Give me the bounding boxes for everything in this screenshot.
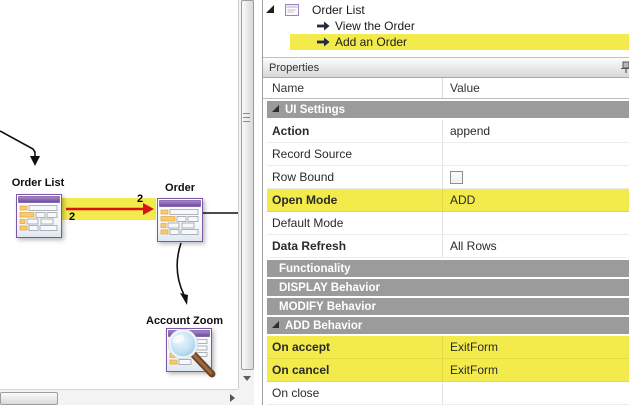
property-value-on-accept[interactable]: ExitForm [443, 336, 629, 358]
property-name: On cancel [267, 359, 443, 381]
property-name: On accept [267, 336, 443, 358]
scrollbar-grip [243, 113, 250, 122]
property-group-modify-behavior[interactable]: MODIFY Behavior [267, 298, 629, 315]
form-node-icon [157, 198, 203, 242]
property-name: Record Source [267, 143, 443, 165]
property-row-default-mode[interactable]: Default Mode [267, 212, 629, 235]
property-row-on-accept[interactable]: On acceptExitForm [267, 336, 629, 359]
tree-expander-icon[interactable] [266, 5, 274, 13]
property-value-record-source[interactable] [443, 143, 629, 165]
group-expanded-icon[interactable] [272, 321, 279, 328]
tree-item-view-the-order[interactable]: View the Order [263, 18, 629, 34]
scrollbar-corner [238, 389, 254, 405]
tree-item-order-list[interactable]: Order List [263, 2, 629, 18]
property-row-on-cancel[interactable]: On cancelExitForm [267, 359, 629, 382]
properties-title: Properties [269, 62, 319, 74]
order-to-accountzoom-arrow [177, 243, 188, 305]
property-group-label: UI Settings [285, 104, 345, 116]
navigation-tree: Order List View the Order Add an Order [263, 0, 629, 56]
property-row-on-close[interactable]: On close [267, 382, 629, 405]
property-name: Data Refresh [267, 235, 443, 257]
diagram-canvas[interactable]: 2 2 Order List Order [0, 0, 238, 389]
chevron-down-icon [243, 376, 251, 381]
form-node-icon [16, 194, 62, 238]
tree-item-label: View the Order [335, 19, 415, 33]
property-group-add-behavior[interactable]: ADD Behavior [267, 317, 629, 334]
property-value-on-close[interactable] [443, 382, 629, 404]
property-value-data-refresh[interactable]: All Rows [443, 235, 629, 257]
property-value-open-mode[interactable]: ADD [443, 189, 629, 211]
node-order-list[interactable] [16, 194, 62, 238]
property-value-default-mode[interactable] [443, 212, 629, 234]
row-bound-checkbox[interactable] [450, 171, 463, 184]
flow-arrow-icon [317, 21, 330, 31]
properties-grid: UI Settings ActionappendRecord SourceRow … [263, 99, 629, 405]
property-name: Action [267, 120, 443, 142]
property-row-action[interactable]: Actionappend [267, 120, 629, 143]
property-row-data-refresh[interactable]: Data RefreshAll Rows [267, 235, 629, 258]
auto-hide-pin-icon[interactable] [620, 61, 629, 75]
property-group-functionality[interactable]: Functionality [267, 260, 629, 277]
vertical-scrollbar-thumb[interactable] [241, 0, 254, 370]
property-name: Open Mode [267, 189, 443, 211]
right-panel: Order List View the Order Add an Order Pro… [262, 0, 629, 405]
property-row-row-bound[interactable]: Row Bound [267, 166, 629, 189]
tree-item-add-an-order[interactable]: Add an Order [263, 34, 629, 50]
tree-item-label: Add an Order [335, 35, 407, 49]
property-group-display-behavior[interactable]: DISPLAY Behavior [267, 279, 629, 296]
property-group-label: Functionality [279, 263, 351, 275]
scroll-down-button[interactable] [242, 371, 252, 385]
property-row-record-source[interactable]: Record Source [267, 143, 629, 166]
property-name: Row Bound [267, 166, 443, 188]
incoming-connector-arrow [0, 131, 40, 166]
magnifier-icon [164, 326, 218, 378]
group-expanded-icon[interactable] [272, 105, 279, 112]
canvas-vertical-scrollbar[interactable] [238, 0, 254, 389]
node-label-order: Order [152, 182, 208, 194]
property-value-row-bound [443, 166, 629, 188]
property-name: On close [267, 382, 443, 404]
node-order[interactable] [157, 198, 203, 242]
edge-badge-bottom: 2 [69, 211, 75, 223]
node-label-order-list: Order List [10, 177, 66, 189]
grid-column-headers: Name Value [263, 78, 629, 99]
canvas-horizontal-scrollbar[interactable] [0, 389, 238, 405]
property-group-label: ADD Behavior [285, 320, 362, 332]
tree-item-label: Order List [312, 3, 365, 17]
property-group-ui-settings[interactable]: UI Settings [267, 101, 629, 118]
flow-arrow-icon [317, 37, 330, 47]
property-group-label: DISPLAY Behavior [279, 282, 380, 294]
property-name: Default Mode [267, 212, 443, 234]
property-group-label: MODIFY Behavior [279, 301, 376, 313]
property-row-open-mode[interactable]: Open ModeADD [267, 189, 629, 212]
column-header-value: Value [443, 78, 629, 98]
node-account-zoom[interactable] [166, 328, 212, 372]
scroll-right-button[interactable] [227, 393, 237, 403]
property-value-action[interactable]: append [443, 120, 629, 142]
property-value-on-cancel[interactable]: ExitForm [443, 359, 629, 381]
horizontal-scrollbar-thumb[interactable] [0, 392, 58, 405]
form-icon [285, 4, 299, 16]
chevron-right-icon [230, 394, 235, 402]
column-header-name: Name [267, 78, 443, 98]
properties-title-bar: Properties [263, 57, 629, 78]
edge-badge-top: 2 [137, 193, 143, 205]
